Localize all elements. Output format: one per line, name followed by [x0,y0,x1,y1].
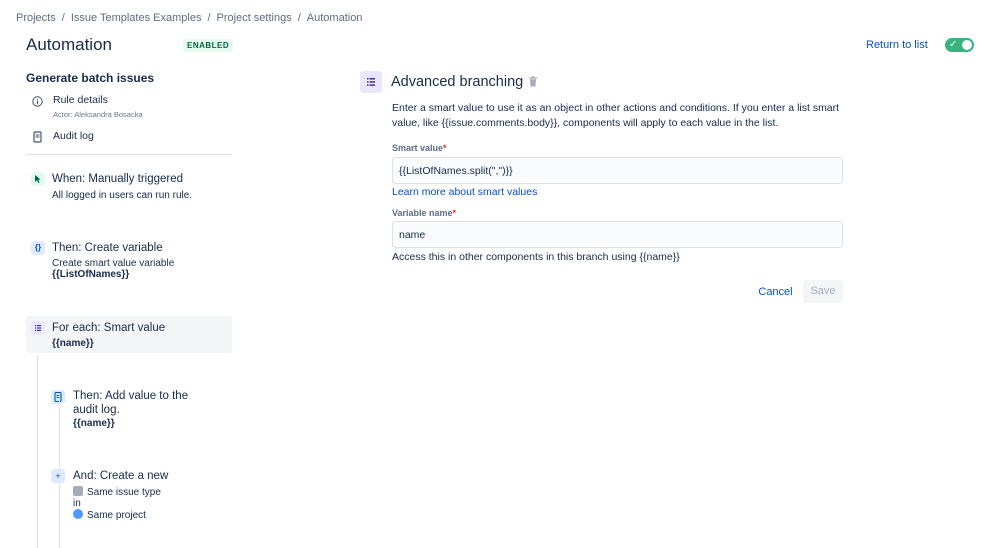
breadcrumb-project-settings[interactable]: Project settings [217,12,292,24]
branch-title: For each: Smart value [52,322,166,334]
variable-help-text: Access this in other components in this … [392,251,680,263]
create-issue-type: Same issue type [73,486,161,498]
create-variable-name: {{ListOfNames}} [52,269,130,280]
create-variable-title: Then: Create variable [52,242,163,254]
audit-step-title-line-1: Then: Add value to the [73,390,189,402]
variable-name-label: Variable name* [392,208,457,218]
check-icon: ✓ [949,39,958,50]
rule-actor: Actor: Aleksandra Bosacka [53,110,143,119]
learn-more-link[interactable]: Learn more about smart values [392,186,537,198]
breadcrumb-automation[interactable]: Automation [307,12,363,24]
create-issue-in: in [73,498,81,509]
branch-step[interactable]: For each: Smart value {{name}} [26,321,232,351]
cursor-click-icon [31,172,45,186]
trigger-title: When: Manually triggered [52,173,184,185]
create-issue-project: Same project [73,509,146,521]
project-icon [73,509,83,519]
list-icon [31,321,45,335]
create-issue-step[interactable]: + And: Create a new Same issue type in S… [48,469,232,523]
list-icon [360,71,382,93]
plus-icon: + [51,469,65,483]
info-icon [32,96,43,107]
cancel-button[interactable]: Cancel [751,281,800,303]
audit-log-label: Audit log [53,130,94,142]
page-title: Automation [26,35,112,54]
trigger-description: All logged in users can run rule. [52,190,193,201]
smart-value-label: Smart value* [392,143,447,153]
rule-enabled-toggle[interactable]: ✓ [945,38,974,52]
status-badge: ENABLED [183,39,234,52]
sidebar-divider [26,154,232,155]
audit-log-item[interactable]: Audit log [32,130,94,143]
audit-step-value: {{name}} [73,418,115,429]
trigger-step[interactable]: When: Manually triggered All logged in u… [26,172,232,206]
document-icon [51,390,65,404]
create-issue-title: And: Create a new [73,470,169,482]
smart-value-input[interactable] [392,157,843,184]
toggle-knob [962,40,972,50]
breadcrumb: Projects / Issue Templates Examples / Pr… [16,12,362,24]
audit-step-title-line-2: audit log. [73,404,120,416]
issue-type-icon [73,486,83,496]
breadcrumb-project[interactable]: Issue Templates Examples [71,12,202,24]
panel-description: Enter a smart value to use it as an obje… [392,102,840,129]
rule-details-item[interactable]: Rule details Actor: Aleksandra Bosacka [32,94,143,119]
add-audit-log-step[interactable]: Then: Add value to the audit log. {{name… [48,390,232,430]
document-icon [32,131,43,143]
braces-icon: {} [31,241,45,255]
save-button[interactable]: Save [803,280,843,303]
breadcrumb-separator: / [207,12,211,24]
rule-details-label: Rule details [53,94,108,106]
trash-icon[interactable] [528,76,538,87]
breadcrumb-projects[interactable]: Projects [16,12,56,24]
breadcrumb-separator: / [61,12,65,24]
branch-connector-line [37,355,38,548]
branch-value: {{name}} [52,338,94,349]
create-variable-step[interactable]: {} Then: Create variable Create smart va… [26,241,232,283]
breadcrumb-separator: / [297,12,301,24]
return-to-list-link[interactable]: Return to list [866,39,928,51]
panel-title: Advanced branching [391,74,524,90]
rule-name: Generate batch issues [26,71,155,85]
variable-name-input[interactable] [392,221,843,248]
create-variable-description: Create smart value variable [52,258,175,269]
